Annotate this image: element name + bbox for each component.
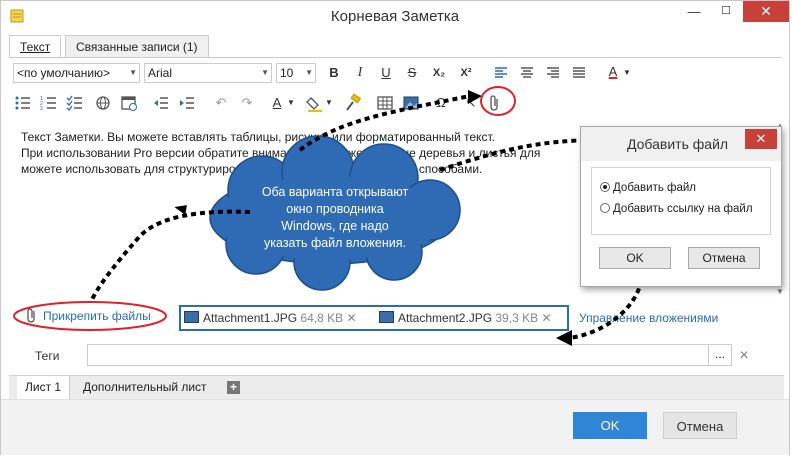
align-justify-icon[interactable] xyxy=(569,63,589,83)
tags-input[interactable]: ... xyxy=(87,344,732,366)
attach-files-link[interactable]: Прикрепить файлы xyxy=(43,309,151,323)
bold-button[interactable]: B xyxy=(324,63,344,83)
chevron-down-icon: ▼ xyxy=(261,68,269,77)
align-right-icon[interactable] xyxy=(543,63,563,83)
decrease-indent-icon[interactable] xyxy=(151,93,171,113)
dialog-ok-button[interactable]: OK xyxy=(599,247,671,269)
ok-button[interactable]: OK xyxy=(573,412,647,439)
manage-attachments-link[interactable]: Управление вложениями xyxy=(579,311,718,325)
attachment-name: Attachment2.JPG xyxy=(398,311,493,325)
omega-symbol-icon[interactable]: Ω xyxy=(431,93,451,113)
radio-selected-icon xyxy=(600,182,610,192)
browse-tags-button[interactable]: ... xyxy=(708,345,731,365)
attachment-name: Attachment1.JPG xyxy=(203,311,298,325)
chevron-down-icon: ▼ xyxy=(305,68,313,77)
add-file-dialog: Добавить файл ✕ Добавить файл Добавить с… xyxy=(580,126,782,287)
superscript-button[interactable]: X² xyxy=(456,63,476,83)
sheet-tabs-bar: Лист 1 Дополнительный лист + xyxy=(9,375,784,400)
window-title: Корневая Заметка xyxy=(330,8,460,25)
editor-line: можете использовать для структурирования… xyxy=(21,162,483,176)
image-file-icon xyxy=(184,311,199,323)
dialog-title-bar: Добавить файл ✕ xyxy=(581,127,781,161)
close-button[interactable]: ✕ xyxy=(743,1,789,22)
image-icon[interactable] xyxy=(401,93,421,113)
size-combo[interactable]: 10 ▼ xyxy=(276,63,316,83)
sheet-tab-additional[interactable]: Дополнительный лист xyxy=(75,376,215,399)
chevron-down-icon[interactable]: ▼ xyxy=(323,93,335,113)
format-painter-icon[interactable] xyxy=(343,93,363,113)
tab-text[interactable]: Текст xyxy=(9,35,62,58)
callout-text: Оба варианта открывают окно проводника W… xyxy=(230,184,440,252)
tab-divider xyxy=(9,57,781,58)
subscript-button[interactable]: X₂ xyxy=(429,63,449,83)
checklist-icon[interactable] xyxy=(65,93,85,113)
attachment-item[interactable]: Attachment1.JPG 64,8 KB ✕ xyxy=(184,311,357,325)
clear-tags-icon[interactable]: ✕ xyxy=(739,348,749,362)
maximize-button[interactable]: ☐ xyxy=(713,1,739,22)
svg-text:3: 3 xyxy=(40,106,43,112)
minimize-button[interactable]: — xyxy=(681,1,707,22)
style-combo-value: <по умолчанию> xyxy=(17,66,111,80)
dialog-cancel-button[interactable]: Отмена xyxy=(688,247,760,269)
paperclip-icon xyxy=(27,308,35,323)
paint-bucket-icon[interactable] xyxy=(305,93,325,113)
attachment-item[interactable]: Attachment2.JPG 39,3 KB ✕ xyxy=(379,311,552,325)
editor-content[interactable]: Текст Заметки. Вы можете вставлять табли… xyxy=(21,129,581,177)
attachment-size: 39,3 KB xyxy=(495,311,539,325)
add-sheet-button[interactable]: + xyxy=(227,381,240,394)
numbered-list-icon[interactable]: 123 xyxy=(39,93,59,113)
dialog-footer: OK Отмена xyxy=(1,399,789,455)
callout-line: Windows, где надо xyxy=(281,219,389,233)
redo-icon[interactable]: ↷ xyxy=(237,93,257,113)
table-icon[interactable] xyxy=(375,93,395,113)
font-combo[interactable]: Arial ▼ xyxy=(144,63,272,83)
paperclip-icon[interactable] xyxy=(485,93,505,113)
chevron-down-icon: ▼ xyxy=(129,68,137,77)
title-bar: Корневая Заметка — ☐ ✕ xyxy=(1,1,789,33)
editor-line: При использовании Pro версии обратите вн… xyxy=(21,146,541,160)
image-file-icon xyxy=(379,311,394,323)
undo-icon[interactable]: ↶ xyxy=(211,93,231,113)
style-combo[interactable]: <по умолчанию> ▼ xyxy=(13,63,140,83)
tags-label: Теги xyxy=(35,349,60,363)
italic-button[interactable]: I xyxy=(350,63,370,83)
dialog-close-button[interactable]: ✕ xyxy=(745,129,777,149)
increase-indent-icon[interactable] xyxy=(177,93,197,113)
radio-label: Добавить ссылку на файл xyxy=(613,203,753,215)
align-center-icon[interactable] xyxy=(517,63,537,83)
font-color-button[interactable]: A xyxy=(603,62,623,82)
radio-add-file[interactable]: Добавить файл xyxy=(600,182,696,194)
remove-attachment-icon[interactable]: ✕ xyxy=(346,311,356,325)
dialog-options-group: Добавить файл Добавить ссылку на файл xyxy=(591,167,771,235)
text-highlight-icon[interactable]: A xyxy=(267,93,287,113)
radio-label: Добавить файл xyxy=(613,182,697,194)
chevron-down-icon[interactable]: ▼ xyxy=(285,93,297,113)
underline-button[interactable]: U xyxy=(376,63,396,83)
arrow-icon[interactable]: ↖ xyxy=(461,93,481,113)
hyperlink-globe-icon[interactable] xyxy=(93,93,113,113)
scroll-down-icon[interactable]: ▼ xyxy=(776,287,784,296)
dialog-title: Добавить файл xyxy=(627,136,729,152)
size-combo-value: 10 xyxy=(280,66,294,80)
cancel-button[interactable]: Отмена xyxy=(663,412,737,439)
align-left-icon[interactable] xyxy=(491,63,511,83)
radio-add-link[interactable]: Добавить ссылку на файл xyxy=(600,203,753,215)
bullet-list-icon[interactable] xyxy=(13,93,33,113)
callout-line: окно проводника xyxy=(286,202,384,216)
sheet-tab-1[interactable]: Лист 1 xyxy=(17,376,71,399)
remove-attachment-icon[interactable]: ✕ xyxy=(541,311,551,325)
tab-related-records[interactable]: Связанные записи (1) xyxy=(65,35,209,58)
strikethrough-button[interactable]: S xyxy=(402,63,422,83)
radio-unselected-icon xyxy=(600,203,610,213)
insert-date-icon[interactable] xyxy=(119,93,139,113)
chevron-down-icon[interactable]: ▼ xyxy=(621,63,633,83)
callout-line: указать файл вложения. xyxy=(264,236,406,250)
font-combo-value: Arial xyxy=(148,66,173,80)
attachment-size: 64,8 KB xyxy=(300,311,344,325)
editor-line: Текст Заметки. Вы можете вставлять табли… xyxy=(21,130,495,144)
callout-line: Оба варианта открывают xyxy=(261,185,409,199)
